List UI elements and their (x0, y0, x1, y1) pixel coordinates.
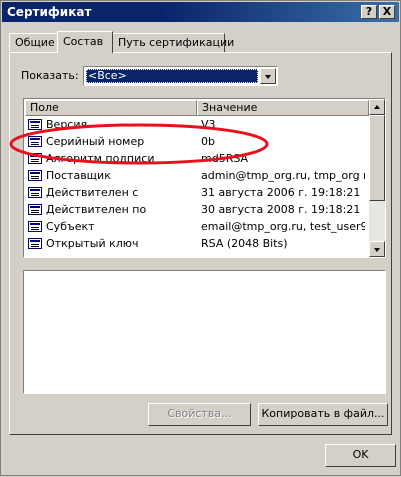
field-value: 0b (201, 135, 215, 148)
list-row[interactable]: Серийный номер 0b (25, 134, 367, 150)
show-label: Показать: (21, 69, 79, 82)
field-value: 31 августа 2006 г. 19:18:21 (201, 186, 361, 199)
field-name: Действителен с (46, 186, 139, 199)
help-button[interactable]: ? (361, 5, 377, 19)
certificate-field-icon (28, 221, 42, 232)
certificate-field-icon (28, 204, 42, 215)
copy-to-file-button[interactable]: Копировать в файл... (258, 403, 388, 426)
scrollbar-thumb[interactable] (369, 115, 385, 201)
list-row[interactable]: Действителен по 30 августа 2008 г. 19:18… (25, 202, 367, 218)
chevron-down-icon (374, 248, 380, 252)
properties-button[interactable]: Свойства... (148, 403, 251, 426)
column-header-field[interactable]: Поле (25, 100, 197, 116)
field-name: Субъект (46, 220, 95, 233)
window-title: Сертификат (7, 5, 92, 19)
vertical-scrollbar[interactable] (369, 99, 385, 257)
list-row[interactable]: Действителен с 31 августа 2006 г. 19:18:… (25, 185, 367, 201)
column-header-value[interactable]: Значение (197, 100, 369, 116)
certificate-window: Сертификат ? X Общие Состав Путь сертифи… (0, 0, 401, 476)
certificate-field-icon (28, 136, 42, 147)
list-row[interactable]: Субъект email@tmp_org.ru, test_user9... (25, 219, 367, 235)
title-bar: Сертификат ? X (2, 2, 399, 22)
field-value: md5RSA (201, 152, 249, 165)
certificate-field-icon (28, 187, 42, 198)
field-name: Версия (46, 118, 88, 131)
chevron-down-icon (265, 75, 271, 79)
field-value: 30 августа 2008 г. 19:18:21 (201, 203, 361, 216)
field-value: email@tmp_org.ru, test_user9... (201, 220, 365, 233)
scroll-down-button[interactable] (369, 241, 385, 257)
field-name: Серийный номер (46, 135, 145, 148)
list-row[interactable]: Поставщик admin@tmp_org.ru, tmp_org r... (25, 168, 367, 184)
chevron-up-icon (374, 105, 380, 109)
tab-general[interactable]: Общие (9, 33, 58, 52)
list-row[interactable]: Открытый ключ RSA (2048 Bits) (25, 236, 367, 252)
tab-certification-path[interactable]: Путь сертификации (112, 33, 234, 52)
show-dropdown[interactable]: <Все> (83, 66, 278, 86)
field-value: RSA (2048 Bits) (201, 237, 288, 250)
close-button[interactable]: X (379, 5, 395, 19)
field-name: Открытый ключ (46, 237, 139, 250)
scroll-up-button[interactable] (369, 99, 385, 115)
list-row[interactable]: Алгоритм подписи md5RSA (25, 151, 367, 167)
certificate-field-icon (28, 153, 42, 164)
list-row[interactable]: Версия V3 (25, 117, 367, 133)
dropdown-arrow-button[interactable] (260, 68, 276, 84)
fields-list[interactable]: Поле Значение Версия V3 Серийный номер 0… (23, 98, 386, 258)
certificate-field-icon (28, 170, 42, 181)
certificate-field-icon (28, 119, 42, 130)
field-value: admin@tmp_org.ru, tmp_org r... (201, 169, 365, 182)
field-name: Алгоритм подписи (46, 152, 155, 165)
tab-details[interactable]: Состав (57, 31, 113, 53)
certificate-field-icon (28, 238, 42, 249)
show-selected-value: <Все> (86, 69, 258, 83)
field-name: Поставщик (46, 169, 111, 182)
ok-button[interactable]: OK (325, 444, 396, 467)
field-value: V3 (201, 118, 216, 131)
field-detail-box[interactable] (23, 270, 386, 394)
field-name: Действителен по (46, 203, 147, 216)
